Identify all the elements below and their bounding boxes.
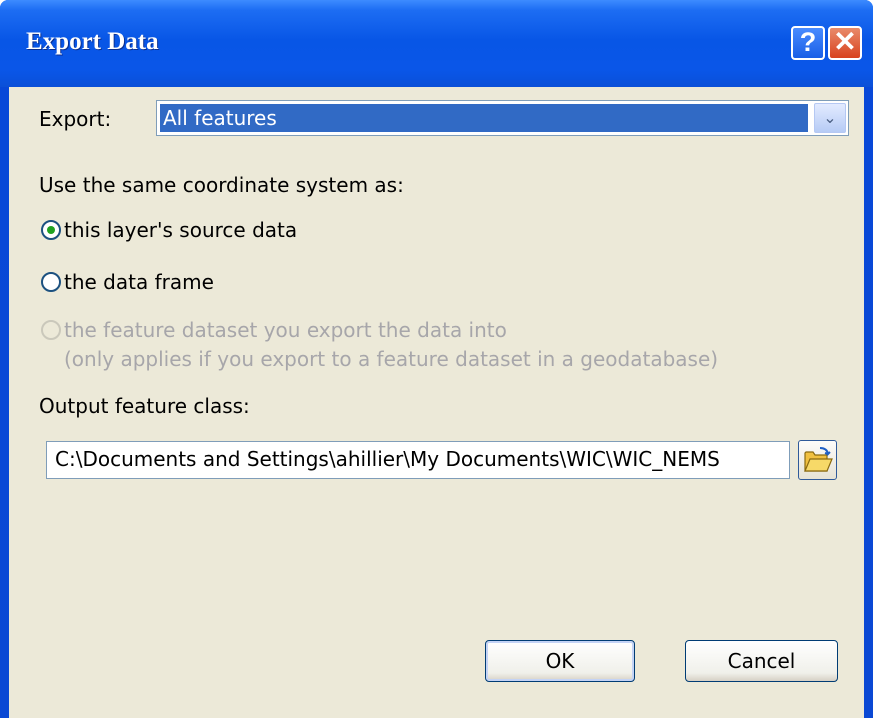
export-select[interactable]: All features ⌄ [156, 100, 849, 136]
close-icon: ✕ [833, 26, 857, 57]
export-data-dialog: Export Data ? ✕ Export: All features ⌄ U… [0, 0, 873, 718]
radio-feature-dataset-note: (only applies if you export to a feature… [64, 347, 719, 371]
radio-source-data-label[interactable]: this layer's source data [64, 218, 297, 242]
export-select-value: All features [160, 104, 808, 132]
output-path-field[interactable]: C:\Documents and Settings\ahillier\My Do… [46, 441, 790, 479]
close-button[interactable]: ✕ [828, 26, 862, 60]
radio-feature-dataset-label: the feature dataset you export the data … [64, 318, 507, 342]
help-button[interactable]: ? [791, 26, 825, 60]
open-folder-icon [803, 446, 833, 478]
ok-button[interactable]: OK [485, 640, 635, 682]
radio-data-frame-label[interactable]: the data frame [64, 270, 214, 294]
help-icon: ? [799, 27, 817, 57]
cancel-button[interactable]: Cancel [685, 640, 838, 682]
radio-data-frame[interactable] [41, 272, 61, 292]
browse-button[interactable] [798, 440, 837, 480]
dialog-body: Export: All features ⌄ Use the same coor… [9, 87, 864, 718]
radio-feature-dataset [41, 320, 61, 340]
title-bar[interactable]: Export Data ? ✕ [0, 0, 873, 87]
dropdown-arrow-icon[interactable]: ⌄ [814, 103, 846, 133]
radio-source-data[interactable] [41, 220, 61, 240]
coordinate-system-heading: Use the same coordinate system as: [39, 173, 404, 197]
output-feature-class-label: Output feature class: [39, 394, 250, 418]
dialog-title: Export Data [26, 28, 159, 55]
export-label: Export: [39, 107, 112, 131]
